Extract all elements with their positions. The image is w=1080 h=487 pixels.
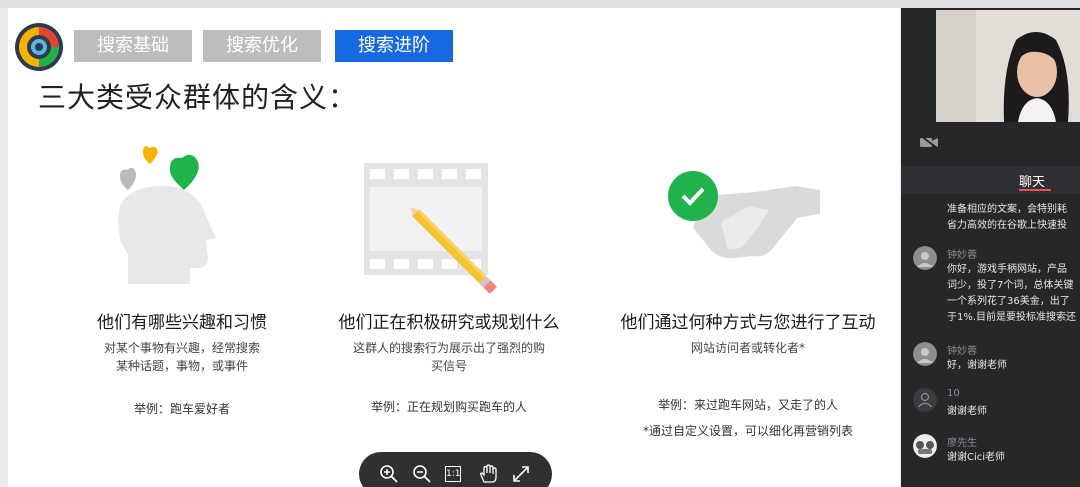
footnote: *通过自定义设置，可以细化再营销列表 — [642, 424, 853, 438]
column-description: 网站访问者或转化者* — [690, 341, 805, 355]
interest-head-icon — [118, 146, 216, 284]
column-heading: 他们有哪些兴趣和习惯 — [97, 313, 267, 333]
presenter-portrait — [936, 10, 1080, 122]
column-description: 对某个事物有兴趣，经常搜索 某种话题，事物，或事件 — [103, 341, 260, 373]
user-avatar — [913, 342, 937, 366]
zoom-out-icon[interactable] — [412, 464, 432, 484]
column-example: 举例：跑车爱好者 — [133, 402, 230, 416]
tab-chat[interactable]: 聊天 — [1019, 171, 1045, 190]
tab-search-advanced[interactable]: 搜索进阶 — [335, 30, 453, 62]
side-panel: 聊天 准备相应的文案，会特别耗 省力高效的在谷歌上快速投 钟妙蓉 你好，游戏手柄… — [901, 8, 1080, 487]
hand-pan-icon[interactable] — [478, 464, 498, 484]
chat-message-text: 好，谢谢老师 — [947, 360, 1007, 371]
tab-search-basics[interactable]: 搜索基础 — [74, 30, 192, 62]
course-logo-icon — [15, 23, 63, 71]
slide-title: 三大类受众群体的含义： — [38, 81, 358, 114]
chat-sender-name: 廖先生 — [947, 438, 977, 449]
chat-message-text: 谢谢Cici老师 — [947, 452, 1006, 463]
column-example: 举例：来过跑车网站，又走了的人 — [657, 398, 838, 412]
chat-sender-name: 钟妙蓉 — [947, 346, 977, 357]
chat-sender-name: 钟妙蓉 — [947, 250, 977, 261]
fullscreen-icon[interactable] — [511, 464, 531, 484]
presentation-slide: 搜索基础 搜索优化 搜索进阶 三大类受众群体的含义： 他们有哪些兴趣和习惯 对某… — [8, 8, 900, 487]
actual-size-button[interactable]: 1:1 — [445, 466, 461, 482]
zoom-in-icon[interactable] — [379, 464, 399, 484]
column-research: 他们正在积极研究或规划什么 这群人的搜索行为展示出了强烈的购 买信号 举例：正在… — [324, 308, 574, 414]
chat-message-text: 你好，游戏手柄网站，产品 词少，投了7个词，总体关键 一个系列花了36美金，出了… — [947, 264, 1077, 323]
handshake-check-icon — [668, 171, 820, 259]
chat-header: 聊天 — [901, 166, 1080, 194]
camera-off-icon[interactable] — [919, 135, 939, 149]
chat-message-text: 准备相应的文案，会特别耗 省力高效的在谷歌上快速投 — [947, 204, 1067, 231]
user-avatar — [913, 434, 937, 458]
default-user-icon — [913, 388, 937, 412]
film-pencil-icon — [364, 163, 497, 293]
column-heading: 他们通过何种方式与您进行了互动 — [620, 313, 876, 333]
column-interests: 他们有哪些兴趣和习惯 对某个事物有兴趣，经常搜索 某种话题，事物，或事件 举例：… — [72, 308, 292, 416]
presenter-video — [936, 10, 1080, 122]
column-heading: 他们正在积极研究或规划什么 — [338, 313, 560, 333]
chat-tab-indicator — [1019, 189, 1051, 191]
chat-sender-name: 10 — [947, 388, 960, 399]
user-avatar — [913, 246, 937, 270]
column-description: 这群人的搜索行为展示出了强烈的购 买信号 — [352, 341, 545, 373]
column-example: 举例：正在规划购买跑车的人 — [370, 400, 527, 414]
window-top-strip — [0, 0, 1080, 8]
column-interaction: 他们通过何种方式与您进行了互动 网站访问者或转化者* 举例：来过跑车网站，又走了… — [613, 308, 883, 412]
zoom-toolbar: 1:1 — [359, 452, 552, 487]
tab-search-optimization[interactable]: 搜索优化 — [203, 30, 321, 62]
chat-message-text: 谢谢老师 — [947, 406, 987, 417]
